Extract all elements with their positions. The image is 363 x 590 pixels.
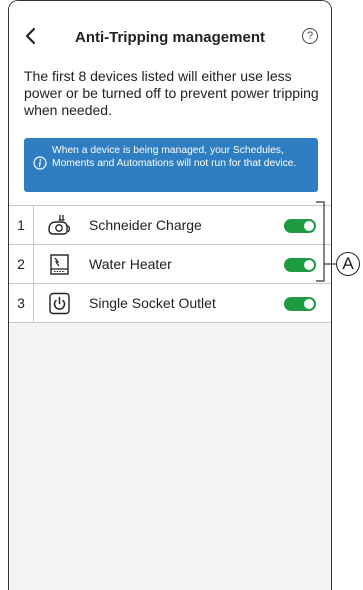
list-item[interactable]: 1 Schneider Charge — [9, 206, 331, 245]
device-toggle[interactable] — [284, 297, 316, 311]
chevron-left-icon[interactable] — [23, 26, 39, 46]
device-index: 3 — [9, 284, 34, 322]
device-toggle[interactable] — [284, 258, 316, 272]
power-socket-icon — [49, 292, 70, 315]
callout-label: A — [336, 252, 360, 276]
list-item[interactable]: 2 Water Heater — [9, 245, 331, 284]
device-name: Water Heater — [89, 256, 172, 272]
top-section: Anti-Tripping management ? The first 8 d… — [9, 1, 331, 206]
info-icon — [33, 156, 47, 170]
device-name: Schneider Charge — [89, 217, 202, 233]
info-banner: When a device is being managed, your Sch… — [24, 138, 318, 192]
page-title: Anti-Tripping management — [74, 29, 265, 46]
device-index: 2 — [9, 245, 34, 283]
list-item[interactable]: 3 Single Socket Outlet — [9, 284, 331, 323]
help-icon[interactable]: ? — [302, 28, 318, 44]
water-heater-icon — [50, 254, 69, 275]
app-header: Anti-Tripping management ? — [9, 1, 331, 53]
info-text: When a device is being managed, your Sch… — [52, 145, 297, 169]
ev-charger-icon — [48, 215, 71, 235]
description-text: The first 8 devices listed will either u… — [24, 68, 319, 118]
device-list: 1 Schneider Charge 2 Water Heater 3 Sing… — [9, 205, 331, 323]
device-toggle[interactable] — [284, 219, 316, 233]
device-name: Single Socket Outlet — [89, 295, 216, 311]
device-index: 1 — [9, 206, 34, 244]
phone-screen: Anti-Tripping management ? The first 8 d… — [8, 0, 332, 590]
